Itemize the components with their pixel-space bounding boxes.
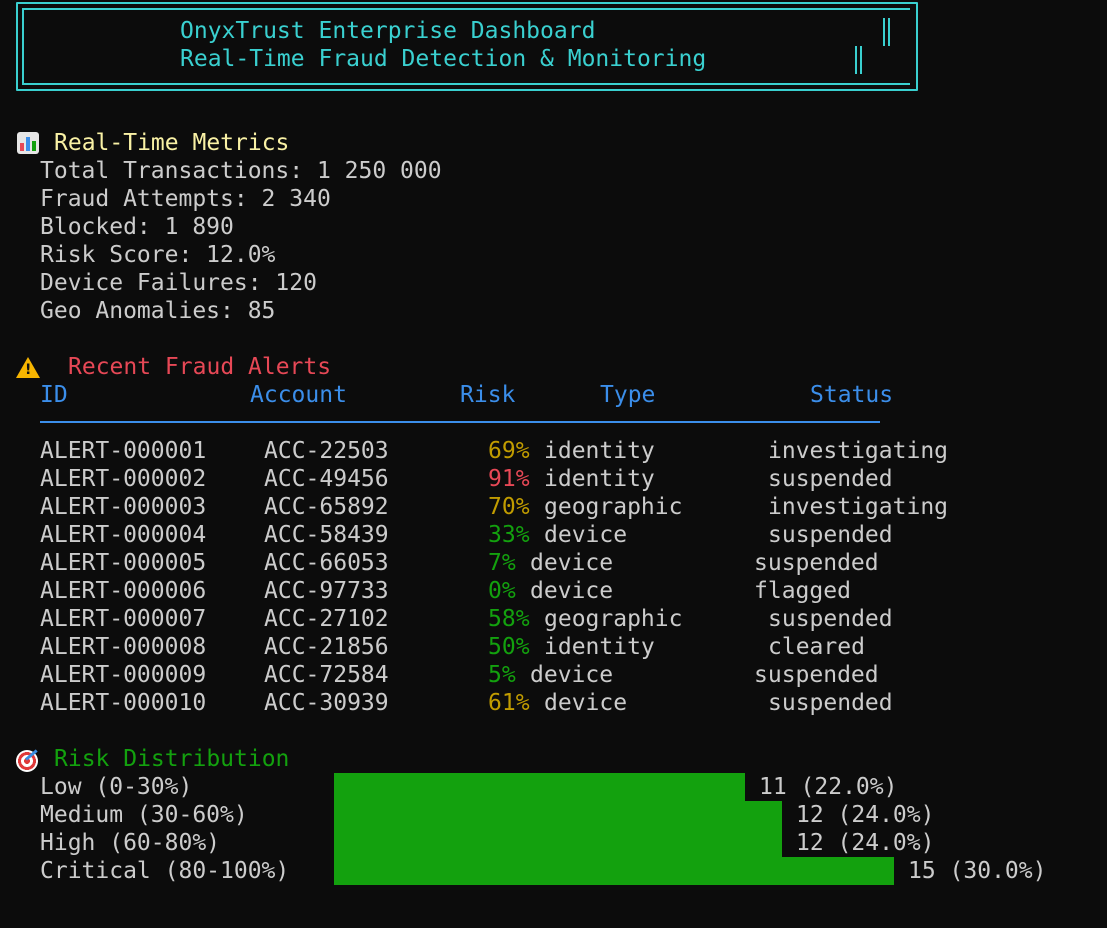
metric-blocked: Blocked: 1 890 [40, 214, 234, 240]
table-header-divider [40, 421, 880, 423]
alert-account: ACC-21856 [264, 634, 389, 660]
alert-type: identity [544, 466, 655, 492]
alert-type: device [530, 578, 614, 604]
alert-type: identity [544, 634, 655, 660]
alert-status: suspended [754, 662, 879, 688]
alert-id: ALERT-000009 [40, 662, 207, 688]
risk-bucket-label: Critical (80-100%) [40, 858, 290, 884]
alert-status: suspended [768, 690, 893, 716]
column-header-type: Type [600, 382, 656, 408]
metric-risk-score: Risk Score: 12.0% [40, 242, 276, 268]
risk-bar [334, 857, 894, 885]
alert-risk: 58% [488, 606, 530, 632]
table-row[interactable]: ALERT-000007 ACC-27102 58% geographic suspen… [0, 605, 1000, 633]
risk-bucket-value: 12 (24.0%) [796, 802, 935, 828]
alert-type: geographic [544, 606, 683, 632]
column-header-id: ID [40, 382, 68, 408]
alert-account: ACC-66053 [264, 550, 389, 576]
alert-risk: 5% [488, 662, 516, 688]
alert-risk: 50% [488, 634, 530, 660]
alert-id: ALERT-000008 [40, 634, 207, 660]
alert-id: ALERT-000004 [40, 522, 207, 548]
distribution-heading: Risk Distribution [54, 746, 290, 772]
risk-bucket-value: 12 (24.0%) [796, 830, 935, 856]
metric-total-transactions: Total Transactions: 1 250 000 [40, 158, 442, 184]
alert-id: ALERT-000010 [40, 690, 207, 716]
table-row[interactable]: ALERT-000002 ACC-49456 91% identity suspende… [0, 465, 1000, 493]
risk-bucket-label: High (60-80%) [40, 830, 221, 856]
alert-account: ACC-49456 [264, 466, 389, 492]
alert-type: geographic [544, 494, 683, 520]
alert-type: device [530, 550, 614, 576]
alert-id: ALERT-000003 [40, 494, 207, 520]
alert-status: investigating [768, 438, 949, 464]
metrics-heading: Real-Time Metrics [54, 130, 290, 156]
column-header-status: Status [810, 382, 894, 408]
risk-bar [334, 773, 745, 801]
alert-account: ACC-22503 [264, 438, 389, 464]
table-row[interactable]: ALERT-000010 ACC-30939 61% device suspended [0, 689, 1000, 717]
dashboard-subtitle: Real-Time Fraud Detection & Monitoring [180, 46, 707, 72]
alert-risk: 69% [488, 438, 530, 464]
alert-type: identity [544, 438, 655, 464]
bar-chart-icon [17, 132, 39, 154]
dashboard-title: OnyxTrust Enterprise Dashboard [180, 18, 596, 44]
alert-risk: 0% [488, 578, 516, 604]
alert-id: ALERT-000002 [40, 466, 207, 492]
alert-status: flagged [754, 578, 851, 604]
banner-edge-mark [883, 18, 890, 46]
risk-bar [334, 801, 782, 829]
alert-risk: 70% [488, 494, 530, 520]
table-row[interactable]: ALERT-000009 ACC-72584 5% device suspended [0, 661, 1000, 689]
table-row[interactable]: ALERT-000004 ACC-58439 33% device suspended [0, 521, 1000, 549]
alert-status: suspended [768, 522, 893, 548]
alert-id: ALERT-000005 [40, 550, 207, 576]
metric-fraud-attempts: Fraud Attempts: 2 340 [40, 186, 331, 212]
alert-status: suspended [768, 466, 893, 492]
risk-bucket-value: 15 (30.0%) [908, 858, 1047, 884]
metric-geo-anomalies: Geo Anomalies: 85 [40, 298, 276, 324]
table-row[interactable]: ALERT-000003 ACC-65892 70% geographic invest… [0, 493, 1000, 521]
column-header-risk: Risk [460, 382, 516, 408]
column-header-account: Account [250, 382, 347, 408]
alert-account: ACC-27102 [264, 606, 389, 632]
alert-account: ACC-97733 [264, 578, 389, 604]
alert-account: ACC-30939 [264, 690, 389, 716]
table-row[interactable]: ALERT-000008 ACC-21856 50% identity cleared [0, 633, 1000, 661]
alert-risk: 7% [488, 550, 516, 576]
alert-status: suspended [754, 550, 879, 576]
alert-type: device [544, 522, 628, 548]
alert-id: ALERT-000007 [40, 606, 207, 632]
alert-status: cleared [768, 634, 865, 660]
alert-risk: 91% [488, 466, 530, 492]
alerts-heading: Recent Fraud Alerts [68, 354, 332, 380]
risk-bucket-value: 11 (22.0%) [759, 774, 898, 800]
table-row[interactable]: ALERT-000005 ACC-66053 7% device suspended [0, 549, 1000, 577]
table-row[interactable]: ALERT-000006 ACC-97733 0% device flagged [0, 577, 1000, 605]
risk-bucket-label: Medium (30-60%) [40, 802, 248, 828]
alert-account: ACC-65892 [264, 494, 389, 520]
alert-account: ACC-58439 [264, 522, 389, 548]
alert-risk: 33% [488, 522, 530, 548]
risk-bar [334, 829, 782, 857]
alert-type: device [530, 662, 614, 688]
metric-device-failures: Device Failures: 120 [40, 270, 317, 296]
table-row[interactable]: ALERT-000001 ACC-22503 69% identity investig… [0, 437, 1000, 465]
alert-status: investigating [768, 494, 949, 520]
alert-id: ALERT-000001 [40, 438, 207, 464]
alert-id: ALERT-000006 [40, 578, 207, 604]
alert-status: suspended [768, 606, 893, 632]
alert-account: ACC-72584 [264, 662, 389, 688]
alert-type: device [544, 690, 628, 716]
risk-bucket-label: Low (0-30%) [40, 774, 193, 800]
banner-edge-mark [855, 46, 862, 74]
alert-risk: 61% [488, 690, 530, 716]
